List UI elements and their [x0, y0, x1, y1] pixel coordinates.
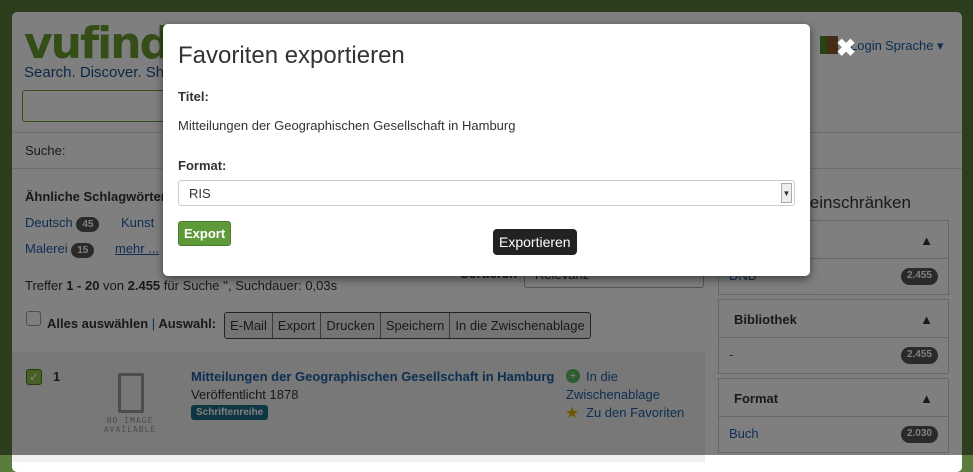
title-label: Titel: [178, 89, 209, 104]
title-value: Mitteilungen der Geographischen Gesellsc… [178, 118, 516, 133]
format-select[interactable]: RIS ▼ [178, 180, 795, 206]
dropdown-arrow-icon[interactable]: ▼ [781, 183, 792, 203]
format-value: RIS [189, 186, 211, 201]
export-tooltip: Exportieren [493, 229, 577, 255]
close-icon[interactable]: ✖ [836, 34, 856, 63]
export-modal: Favoriten exportieren Titel: Mitteilunge… [163, 24, 810, 276]
format-label: Format: [178, 158, 227, 173]
modal-title: Favoriten exportieren [178, 42, 405, 69]
export-submit-button[interactable]: Export [178, 221, 232, 246]
